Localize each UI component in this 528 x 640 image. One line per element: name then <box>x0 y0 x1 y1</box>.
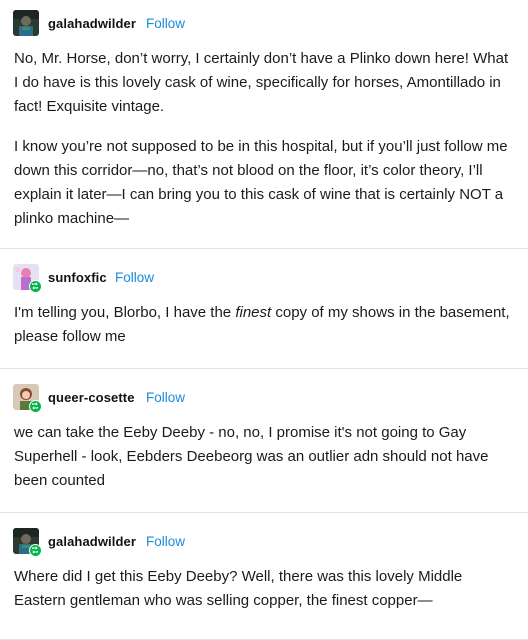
post-galahadwilder-2: galahadwilder Follow Where did I get thi… <box>0 513 528 640</box>
avatar-galahadwilder[interactable] <box>13 10 39 36</box>
post-text-part: I'm telling you, Blorbo, I have the <box>14 304 236 321</box>
post-text: I'm telling you, Blorbo, I have the fine… <box>14 301 514 349</box>
post-text: we can take the Eeby Deeby - no, no, I p… <box>14 424 489 489</box>
follow-button[interactable]: Follow <box>115 270 154 285</box>
follow-button[interactable]: Follow <box>146 16 185 31</box>
username[interactable]: galahadwilder <box>48 534 136 549</box>
username[interactable]: sunfoxfic <box>48 270 107 285</box>
reblog-icon <box>29 280 42 293</box>
post-header: galahadwilder Follow <box>0 528 528 557</box>
emphasized-text: finest <box>235 304 272 321</box>
post-header: queer-cosette Follow <box>0 384 528 413</box>
reblog-icon <box>29 544 42 557</box>
post-text: No, Mr. Horse, don’t worry, I certainly … <box>14 50 509 115</box>
post-header: sunfoxfic Follow <box>0 264 528 293</box>
post-text: I know you’re not supposed to be in this… <box>14 138 508 227</box>
post-queer-cosette: queer-cosette Follow we can take the Eeb… <box>0 369 528 513</box>
post-header: galahadwilder Follow <box>0 10 528 36</box>
username[interactable]: galahadwilder <box>48 16 136 31</box>
username[interactable]: queer-cosette <box>48 390 135 405</box>
post-sunfoxfic: sunfoxfic Follow I'm telling you, Blorbo… <box>0 249 528 369</box>
post-text: Where did I get this Eeby Deeby? Well, t… <box>14 568 463 609</box>
post-galahadwilder-1: galahadwilder Follow No, Mr. Horse, don’… <box>0 0 528 249</box>
follow-button[interactable]: Follow <box>146 534 185 549</box>
reblog-icon <box>29 400 42 413</box>
follow-button[interactable]: Follow <box>146 390 185 405</box>
